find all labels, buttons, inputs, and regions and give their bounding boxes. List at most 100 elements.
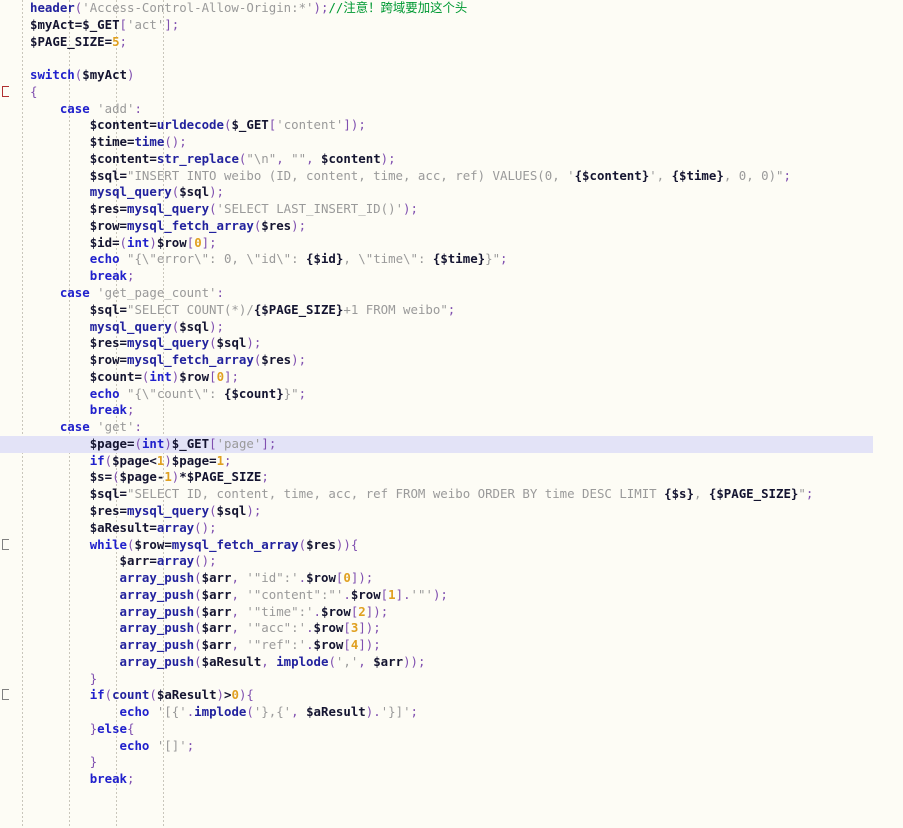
code-line[interactable]: break;: [0, 268, 903, 285]
code-line[interactable]: case 'get_page_count':: [0, 285, 903, 302]
code-line[interactable]: $row=mysql_fetch_array($res);: [0, 218, 903, 235]
code-line[interactable]: $res=mysql_query($sql);: [0, 335, 903, 352]
code-token-op: =: [119, 201, 127, 217]
code-token-str: '},{': [253, 704, 292, 720]
code-line[interactable]: echo "{\"error\": 0, \"id\": {$id}, \"ti…: [0, 251, 903, 268]
code-line[interactable]: $count=(int)$row[0];: [0, 369, 903, 386]
code-line[interactable]: $res=mysql_query($sql);: [0, 503, 903, 520]
code-line[interactable]: $s=($page-1)*$PAGE_SIZE;: [0, 469, 903, 486]
code-line[interactable]: }: [0, 754, 903, 771]
code-line[interactable]: array_push($arr, '"acc":'.$row[3]);: [0, 620, 903, 637]
code-line[interactable]: case 'get':: [0, 419, 903, 436]
code-token-pun: ]: [343, 117, 351, 133]
code-line[interactable]: while($row=mysql_fetch_array($res)){: [0, 537, 903, 554]
code-line[interactable]: array_push($aResult, implode(',', $arr))…: [0, 654, 903, 671]
code-token-pun: ;: [127, 268, 135, 284]
code-token-kw: int: [127, 234, 150, 250]
code-token-pun: (: [328, 653, 336, 669]
code-line[interactable]: array_push($arr, '"id":'.$row[0]);: [0, 570, 903, 587]
code-token-pun: ,: [231, 586, 247, 602]
code-line[interactable]: $content=str_replace("\n", "", $content)…: [0, 151, 903, 168]
code-fold-marker-icon[interactable]: [2, 538, 9, 550]
code-line[interactable]: $aResult=array();: [0, 520, 903, 537]
code-token-pun: ;: [224, 452, 232, 468]
code-fold-marker-icon[interactable]: [2, 85, 9, 97]
code-line[interactable]: if(count($aResult)>0){: [0, 687, 903, 704]
code-line[interactable]: $id=(int)$row[0];: [0, 235, 903, 252]
code-token-pun: ;: [417, 653, 426, 669]
code-token-num: 0: [216, 368, 225, 384]
code-line[interactable]: $res=mysql_query('SELECT LAST_INSERT_ID(…: [0, 201, 903, 218]
code-token-var: {$s}: [664, 486, 694, 502]
code-line[interactable]: case 'add':: [0, 101, 903, 118]
code-token-kw: switch: [30, 67, 75, 83]
code-token-pun: ]: [358, 637, 366, 653]
code-line[interactable]: mysql_query($sql);: [0, 319, 903, 336]
code-editor-pane[interactable]: header ('Access-Control-Allow-Origin:*');…: [0, 0, 903, 828]
code-line[interactable]: array_push($arr, '"content":"'.$row[1].'…: [0, 587, 903, 604]
code-token-var: $sql: [89, 486, 120, 502]
code-token-str: "\n": [246, 150, 277, 166]
code-token-str: +1 FROM weibo": [343, 301, 448, 317]
code-token-pun: ;: [783, 167, 791, 183]
code-token-var: $arr: [201, 637, 232, 653]
code-token-var: $PAGE_SIZE: [30, 33, 105, 49]
code-line[interactable]: echo '[]';: [0, 738, 903, 755]
code-token-str: ": [798, 486, 806, 502]
code-line[interactable]: echo "{\"count\": {$count}}";: [0, 386, 903, 403]
code-token-pun: ): [373, 603, 381, 619]
code-line[interactable]: break;: [0, 771, 903, 788]
code-token-var: $content: [89, 117, 150, 133]
code-line[interactable]: $PAGE_SIZE=5;: [0, 34, 903, 51]
code-line[interactable]: $sql="SELECT ID, content, time, acc, ref…: [0, 486, 903, 503]
code-fold-marker-icon[interactable]: [2, 689, 9, 701]
code-token-var: $content: [320, 150, 381, 166]
code-line[interactable]: [0, 50, 903, 67]
code-line[interactable]: array_push($arr, '"time":'.$row[2]);: [0, 604, 903, 621]
code-token-pun: ;: [500, 251, 508, 267]
code-token-pun: ;: [805, 486, 814, 502]
code-line[interactable]: {: [0, 84, 903, 101]
code-token-var: $sql: [216, 335, 247, 351]
code-line[interactable]: echo '[{'.implode('},{', $aResult).'}]';: [0, 704, 903, 721]
code-line[interactable]: }else{: [0, 721, 903, 738]
code-token-fn: array_push: [119, 570, 195, 586]
code-token-pun: .: [313, 603, 321, 619]
code-line[interactable]: $arr=array();: [0, 553, 903, 570]
code-token-var: {$PAGE_SIZE}: [253, 301, 344, 317]
code-line-text: array_push($arr, '"id":'.$row[0]);: [30, 570, 374, 586]
code-token-op: =: [149, 553, 157, 569]
code-line[interactable]: $content=urldecode($_GET['content']);: [0, 117, 903, 134]
code-token-pun: ;: [216, 318, 224, 334]
code-line[interactable]: switch($myAct): [0, 67, 903, 84]
code-line[interactable]: $myAct=$_GET['act'];: [0, 17, 903, 34]
code-line-text: echo "{\"count\": {$count}}";: [30, 386, 306, 401]
code-line[interactable]: }: [0, 671, 903, 688]
code-line[interactable]: if($page<1)$page=1;: [0, 453, 903, 470]
code-line[interactable]: $time=time();: [0, 134, 903, 151]
code-token-var: $content: [89, 150, 150, 166]
code-token-var: $row: [306, 570, 336, 586]
code-token-pun: ]: [261, 435, 269, 451]
code-line-current[interactable]: $page=(int)$_GET['page'];: [0, 435, 873, 453]
code-content[interactable]: header ('Access-Control-Allow-Origin:*');…: [0, 0, 903, 788]
code-token-pun: .: [298, 570, 307, 586]
code-line[interactable]: header('Access-Control-Allow-Origin:*');…: [0, 0, 903, 17]
code-token-kw: else: [97, 720, 127, 736]
code-token-kw: case: [59, 419, 90, 435]
code-token-pun: ): [313, 0, 321, 15]
code-line[interactable]: $sql="INSERT INTO weibo (ID, content, ti…: [0, 168, 903, 185]
code-token-pun: ;: [298, 352, 307, 368]
code-token-kw: int: [141, 435, 165, 451]
code-line[interactable]: break;: [0, 402, 903, 419]
code-token-var: $arr: [201, 586, 232, 602]
code-line[interactable]: $sql="SELECT COUNT(*)/{$PAGE_SIZE}+1 FRO…: [0, 302, 903, 319]
code-token-kw: case: [59, 285, 90, 301]
code-line[interactable]: mysql_query($sql);: [0, 184, 903, 201]
code-line[interactable]: $row=mysql_fetch_array($res);: [0, 352, 903, 369]
code-line[interactable]: array_push($arr, '"ref":'.$row[4]);: [0, 637, 903, 654]
